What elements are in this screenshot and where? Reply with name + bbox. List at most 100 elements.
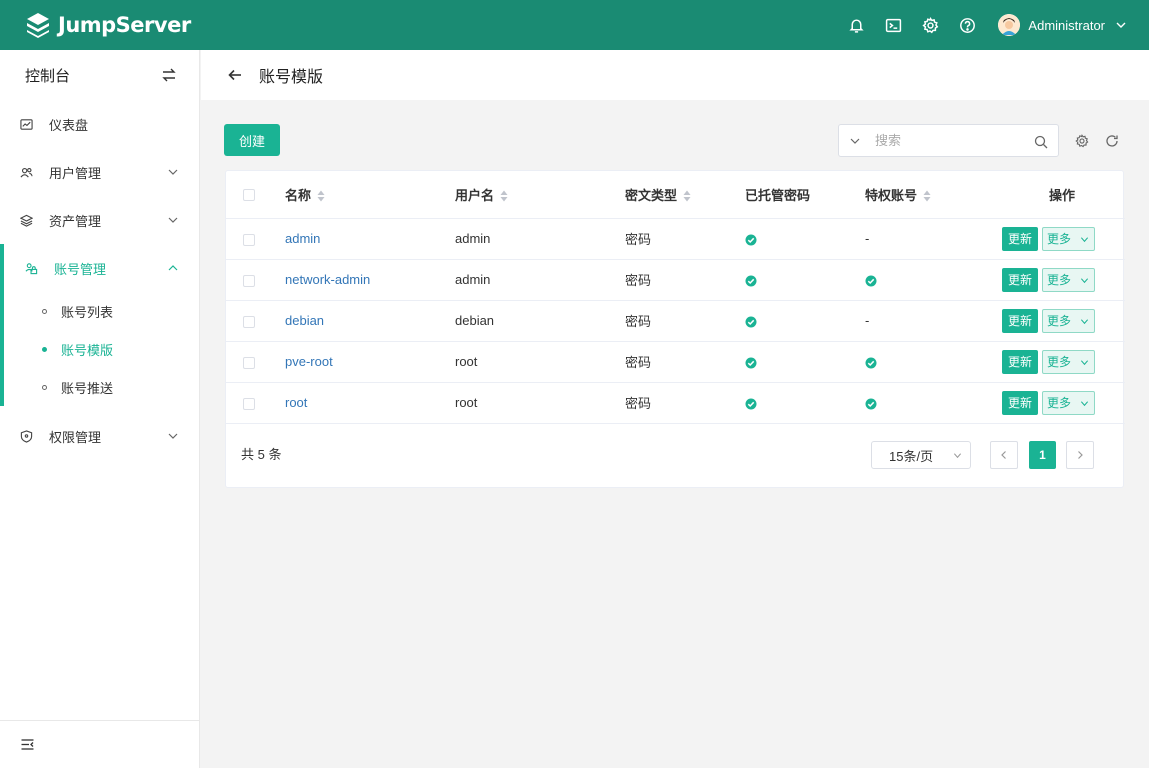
sidebar-item-label: 资产管理 (49, 213, 102, 229)
username-value: root (455, 354, 478, 369)
search-icon[interactable] (1034, 135, 1048, 149)
secret-type-value: 密码 (625, 396, 652, 411)
more-button[interactable]: 更多 (1042, 267, 1095, 292)
page-size-select[interactable]: 15条/页 (871, 441, 971, 469)
avatar (998, 14, 1021, 36)
column-header-name[interactable]: 名称 (285, 171, 455, 219)
more-button[interactable]: 更多 (1042, 390, 1095, 415)
users-icon (20, 165, 34, 179)
chevron-down-icon[interactable] (849, 135, 861, 147)
sort-icon[interactable] (683, 190, 691, 202)
sidebar-item-accounts[interactable]: 账号管理 (4, 244, 199, 292)
secret-type-value: 密码 (625, 273, 652, 288)
template-name-link[interactable]: pve-root (285, 354, 333, 369)
column-header-actions: 操作 (985, 171, 1125, 219)
column-header-privileged[interactable]: 特权账号 (865, 171, 985, 219)
row-checkbox[interactable] (243, 397, 255, 410)
next-page-button[interactable] (1066, 441, 1094, 469)
update-button[interactable]: 更新 (1002, 267, 1038, 292)
top-bar: JumpServer Administrator (0, 0, 1149, 50)
sidebar-subitem-label: 账号列表 (61, 304, 114, 320)
sidebar-group-accounts: 账号管理 账号列表 账号模版 账号推送 (0, 244, 199, 406)
sidebar-subitem-account-push[interactable]: 账号推送 (4, 368, 199, 406)
back-arrow-icon[interactable] (227, 67, 243, 83)
bullet-icon (42, 346, 47, 352)
sidebar-subitem-account-list[interactable]: 账号列表 (4, 292, 199, 330)
table-row: pve-root root 密码 更新 更多 (226, 341, 1125, 383)
more-button-label: 更多 (1047, 313, 1072, 328)
gear-icon[interactable] (921, 16, 939, 34)
bell-icon[interactable] (847, 16, 865, 34)
chevron-down-icon (168, 169, 178, 175)
user-name: Administrator (1028, 17, 1105, 33)
chevron-down-icon (1080, 400, 1089, 406)
sidebar-subitem-account-templates[interactable]: 账号模版 (4, 330, 199, 368)
more-button-label: 更多 (1047, 231, 1072, 246)
total-count: 共 5 条 (241, 447, 282, 462)
sidebar-subitem-label: 账号模版 (61, 342, 114, 358)
check-circle-icon (865, 398, 877, 410)
sidebar-item-permissions[interactable]: 权限管理 (0, 412, 199, 460)
sidebar-collapse[interactable] (0, 720, 200, 768)
secret-type-value: 密码 (625, 232, 652, 247)
prev-page-button[interactable] (990, 441, 1018, 469)
more-button[interactable]: 更多 (1042, 226, 1095, 251)
table-header-row: 名称 用户名 密文类型 已托管密码 特权账号 操作 (226, 171, 1125, 219)
sidebar-item-dashboard[interactable]: 仪表盘 (0, 100, 199, 148)
page-header: 账号模版 (201, 50, 1149, 100)
column-header-username[interactable]: 用户名 (455, 171, 625, 219)
layers-icon (20, 213, 34, 227)
chevron-down-icon (1080, 277, 1089, 283)
search-input[interactable] (875, 133, 1025, 148)
account-template-table: 名称 用户名 密文类型 已托管密码 特权账号 操作 admin admin 密码 - 更… (226, 171, 1125, 424)
select-all-checkbox[interactable] (243, 189, 255, 202)
sort-icon[interactable] (500, 190, 508, 202)
update-button[interactable]: 更新 (1002, 349, 1038, 374)
bullet-icon (42, 384, 47, 390)
template-name-link[interactable]: debian (285, 313, 324, 328)
update-button[interactable]: 更新 (1002, 308, 1038, 333)
check-circle-icon (745, 234, 757, 246)
update-button[interactable]: 更新 (1002, 390, 1038, 415)
collapse-menu-icon (21, 739, 34, 750)
check-circle-icon (865, 357, 877, 369)
template-name-link[interactable]: network-admin (285, 272, 370, 287)
check-circle-icon (745, 275, 757, 287)
sidebar-item-assets[interactable]: 资产管理 (0, 196, 199, 244)
more-button[interactable]: 更多 (1042, 349, 1095, 374)
row-checkbox[interactable] (243, 356, 255, 369)
terminal-icon[interactable] (884, 16, 902, 34)
column-header-secret-type[interactable]: 密文类型 (625, 171, 745, 219)
template-name-link[interactable]: admin (285, 231, 320, 246)
row-checkbox[interactable] (243, 233, 255, 246)
template-name-link[interactable]: root (285, 395, 307, 410)
chevron-up-icon (168, 265, 178, 271)
chevron-down-icon (168, 433, 178, 439)
table-card: 名称 用户名 密文类型 已托管密码 特权账号 操作 admin admin 密码 - 更… (225, 170, 1125, 488)
check-circle-icon (745, 357, 757, 369)
page-title: 账号模版 (259, 69, 324, 86)
more-button[interactable]: 更多 (1042, 308, 1095, 333)
logo[interactable]: JumpServer (24, 11, 191, 39)
row-checkbox[interactable] (243, 274, 255, 287)
shield-icon (20, 429, 34, 443)
switch-icon[interactable] (161, 67, 177, 83)
help-icon[interactable] (958, 16, 976, 34)
sidebar-item-label: 仪表盘 (49, 117, 89, 133)
chevron-down-icon (1080, 359, 1089, 365)
sidebar-item-label: 权限管理 (49, 429, 102, 445)
row-checkbox[interactable] (243, 315, 255, 328)
sort-icon[interactable] (923, 190, 931, 202)
user-menu[interactable]: Administrator (998, 14, 1127, 36)
update-button[interactable]: 更新 (1002, 226, 1038, 251)
settings-icon[interactable] (1075, 134, 1089, 148)
create-button[interactable]: 创建 (224, 124, 280, 156)
username-value: admin (455, 272, 491, 287)
table-row: admin admin 密码 - 更新 更多 (226, 218, 1125, 260)
sidebar-item-users[interactable]: 用户管理 (0, 148, 199, 196)
refresh-icon[interactable] (1105, 134, 1119, 148)
page-number-current[interactable]: 1 (1029, 441, 1056, 469)
privileged-value: - (865, 313, 870, 328)
table-row: root root 密码 更新 更多 (226, 382, 1125, 424)
sort-icon[interactable] (317, 190, 325, 202)
